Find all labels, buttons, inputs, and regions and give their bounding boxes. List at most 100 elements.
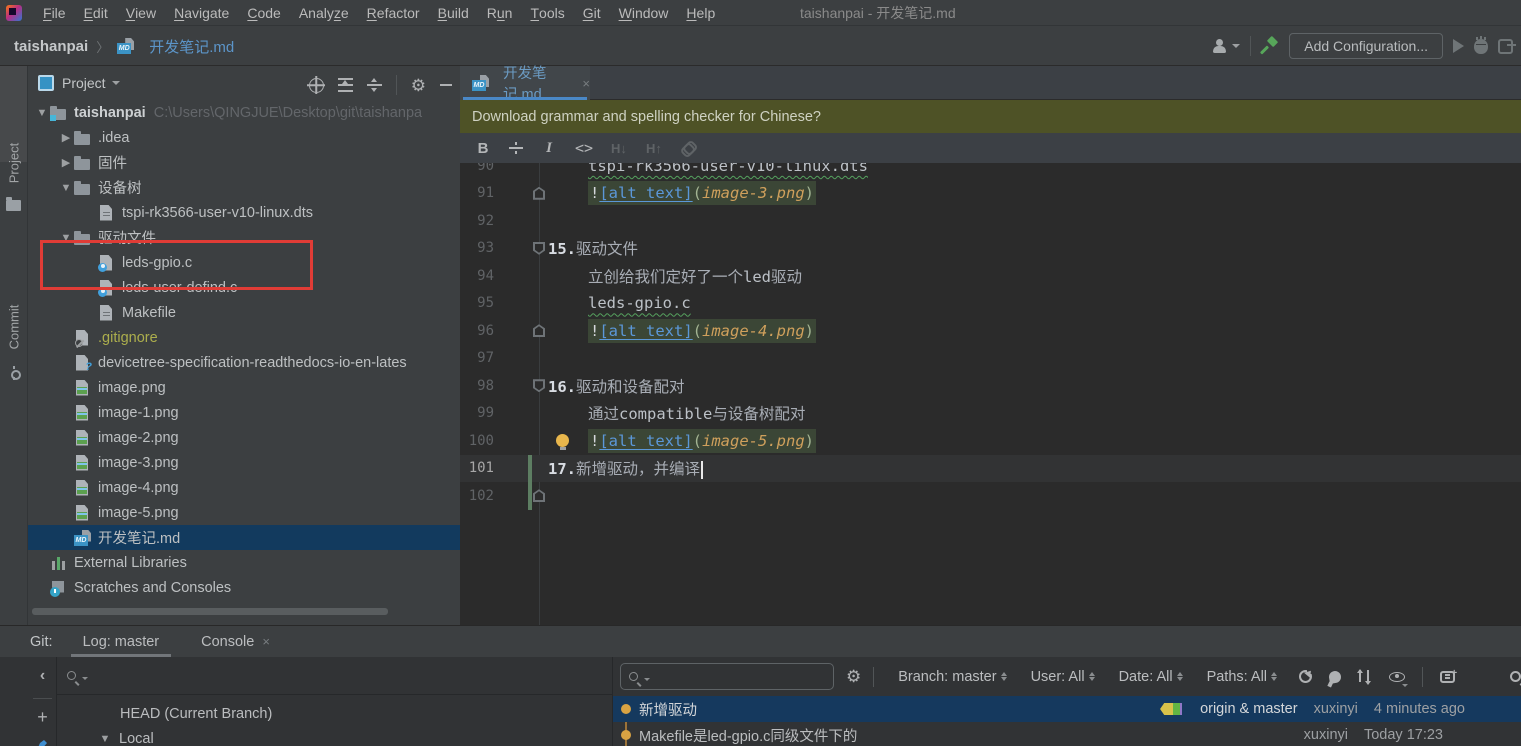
horizontal-scrollbar[interactable]	[32, 608, 388, 615]
log-filter-branch[interactable]: Branch: master	[898, 669, 1006, 685]
tree-row[interactable]: Makefile	[28, 300, 460, 325]
tree-row[interactable]: ▶.idea	[28, 125, 460, 150]
bold-icon[interactable]: B	[474, 140, 492, 157]
editor-line[interactable]: 10117.新增驱动，并编译	[460, 455, 1521, 483]
log-search-field[interactable]	[620, 663, 834, 690]
chevron-down-icon[interactable]	[112, 81, 120, 85]
editor-line[interactable]: 95leds-gpio.c	[460, 290, 1521, 318]
menu-item-window[interactable]: Window	[610, 0, 678, 26]
editor-line[interactable]: 9315.驱动文件	[460, 235, 1521, 263]
flag-up-icon[interactable]	[533, 489, 545, 502]
eye-icon[interactable]	[1389, 672, 1405, 682]
branch-item-head[interactable]: HEAD (Current Branch)	[57, 701, 612, 726]
git-tab-log-master[interactable]: Log: master	[71, 626, 172, 657]
menu-item-run[interactable]: Run	[478, 0, 522, 26]
italic-icon[interactable]: I	[540, 140, 558, 157]
menu-item-edit[interactable]: Edit	[75, 0, 117, 26]
editor-line[interactable]: 94立创给我们定好了一个led驱动	[460, 262, 1521, 290]
tab-close-icon[interactable]: ×	[262, 634, 270, 649]
debug-icon[interactable]	[1474, 39, 1488, 54]
menu-item-code[interactable]: Code	[238, 0, 289, 26]
header-up-icon[interactable]: H↑	[645, 141, 663, 156]
editor-tab-markdown[interactable]: MD 开发笔记.md ×	[460, 66, 590, 100]
project-folder-icon[interactable]	[6, 200, 21, 211]
editor-line[interactable]: 99通过compatible与设备树配对	[460, 400, 1521, 428]
branch-group-local[interactable]: ▼ Local	[57, 726, 612, 746]
tree-row[interactable]: ▼taishanpaiC:\Users\QINGJUE\Desktop\git\…	[28, 100, 460, 125]
tree-row[interactable]: Scratches and Consoles	[28, 575, 460, 600]
tree-row[interactable]: image-1.png	[28, 400, 460, 425]
editor-line[interactable]: 100![alt text](image-5.png)	[460, 427, 1521, 455]
flag-up-icon[interactable]	[533, 324, 545, 337]
tree-row[interactable]: image-5.png	[28, 500, 460, 525]
find-icon[interactable]	[1510, 671, 1521, 682]
breadcrumb-project[interactable]: taishanpai	[14, 38, 88, 55]
flag-up-icon[interactable]	[533, 187, 545, 200]
stripe-commit-tab[interactable]: Commit	[7, 305, 22, 350]
editor-line[interactable]: 96![alt text](image-4.png)	[460, 317, 1521, 345]
commit-node-icon[interactable]	[7, 366, 21, 380]
tree-row[interactable]: image-3.png	[28, 450, 460, 475]
code-with-me-button[interactable]	[1212, 38, 1240, 54]
menu-item-build[interactable]: Build	[429, 0, 478, 26]
log-filter-date[interactable]: Date: All	[1119, 669, 1183, 685]
highlight-icon[interactable]	[1328, 670, 1342, 684]
tree-row[interactable]: ?devicetree-specification-readthedocs-io…	[28, 350, 460, 375]
menu-item-view[interactable]: View	[117, 0, 165, 26]
tree-row[interactable]: ▶固件	[28, 150, 460, 175]
log-settings-gear-icon[interactable]: ⚙	[846, 668, 861, 685]
stripe-project-tab[interactable]: Project	[7, 143, 22, 183]
menu-item-git[interactable]: Git	[574, 0, 610, 26]
menu-item-refactor[interactable]: Refactor	[358, 0, 429, 26]
build-hammer-icon[interactable]	[1261, 37, 1279, 55]
tree-row[interactable]: .gitignore	[28, 325, 460, 350]
branch-search-field[interactable]	[57, 657, 612, 695]
commit-row[interactable]: 新增驱动origin & masterxuxinyi4 minutes ago	[613, 696, 1521, 722]
profiler-icon[interactable]	[1498, 39, 1513, 54]
editor-line[interactable]: 92	[460, 207, 1521, 235]
settings-gear-icon[interactable]: ⚙	[411, 77, 426, 94]
editor-line[interactable]: 90tspi-rk3566-user-v10-linux.dts	[460, 163, 1521, 180]
tree-row[interactable]: tspi-rk3566-user-v10-linux.dts	[28, 200, 460, 225]
collapse-left-icon[interactable]: ‹	[28, 667, 57, 685]
menu-item-file[interactable]: File	[34, 0, 75, 26]
tab-close-icon[interactable]: ×	[582, 76, 590, 91]
git-tab-console[interactable]: Console×	[189, 626, 282, 657]
menu-item-tools[interactable]: Tools	[521, 0, 573, 26]
chevron-right-icon[interactable]: ▶	[58, 156, 74, 169]
chevron-right-icon[interactable]: ▶	[58, 131, 74, 144]
project-panel-title[interactable]: Project	[62, 75, 106, 91]
log-filter-user[interactable]: User: All	[1031, 669, 1095, 685]
header-down-icon[interactable]: H↓	[610, 141, 628, 156]
strikethrough-icon[interactable]	[509, 141, 523, 155]
tree-row[interactable]: image-2.png	[28, 425, 460, 450]
tree-row[interactable]: MD开发笔记.md	[28, 525, 460, 550]
editor-line[interactable]: 9816.驱动和设备配对	[460, 372, 1521, 400]
edit-pencil-icon[interactable]	[37, 740, 47, 746]
editor-line[interactable]: 97	[460, 345, 1521, 373]
run-icon[interactable]	[1453, 39, 1464, 53]
tree-row[interactable]: ▼设备树	[28, 175, 460, 200]
patch-icon[interactable]: +	[1440, 671, 1455, 683]
add-configuration-button[interactable]: Add Configuration...	[1289, 33, 1443, 59]
editor-content[interactable]: 90tspi-rk3566-user-v10-linux.dts91![alt …	[460, 163, 1521, 625]
expand-all-icon[interactable]	[338, 78, 353, 92]
editor-line[interactable]: 91![alt text](image-3.png)	[460, 180, 1521, 208]
menu-item-help[interactable]: Help	[677, 0, 724, 26]
menu-item-navigate[interactable]: Navigate	[165, 0, 238, 26]
breadcrumb-file[interactable]: 开发笔记.md	[149, 36, 234, 57]
chevron-down-icon[interactable]: ▼	[34, 107, 50, 119]
log-filter-paths[interactable]: Paths: All	[1207, 669, 1277, 685]
flag-down-icon[interactable]	[533, 379, 545, 392]
tree-row[interactable]: External Libraries	[28, 550, 460, 575]
commit-row[interactable]: Makefile是led-gpio.c同级文件下的xuxinyiToday 17…	[613, 722, 1521, 746]
code-icon[interactable]: <>	[575, 139, 593, 157]
locate-file-icon[interactable]	[309, 78, 324, 93]
add-icon[interactable]: +	[28, 707, 57, 728]
tree-row[interactable]: image.png	[28, 375, 460, 400]
spellcheck-banner[interactable]: Download grammar and spelling checker fo…	[460, 100, 1521, 133]
tree-row[interactable]: image-4.png	[28, 475, 460, 500]
sort-icon[interactable]	[1358, 670, 1372, 684]
link-icon[interactable]	[680, 140, 697, 157]
menu-item-analyze[interactable]: Analyze	[290, 0, 358, 26]
